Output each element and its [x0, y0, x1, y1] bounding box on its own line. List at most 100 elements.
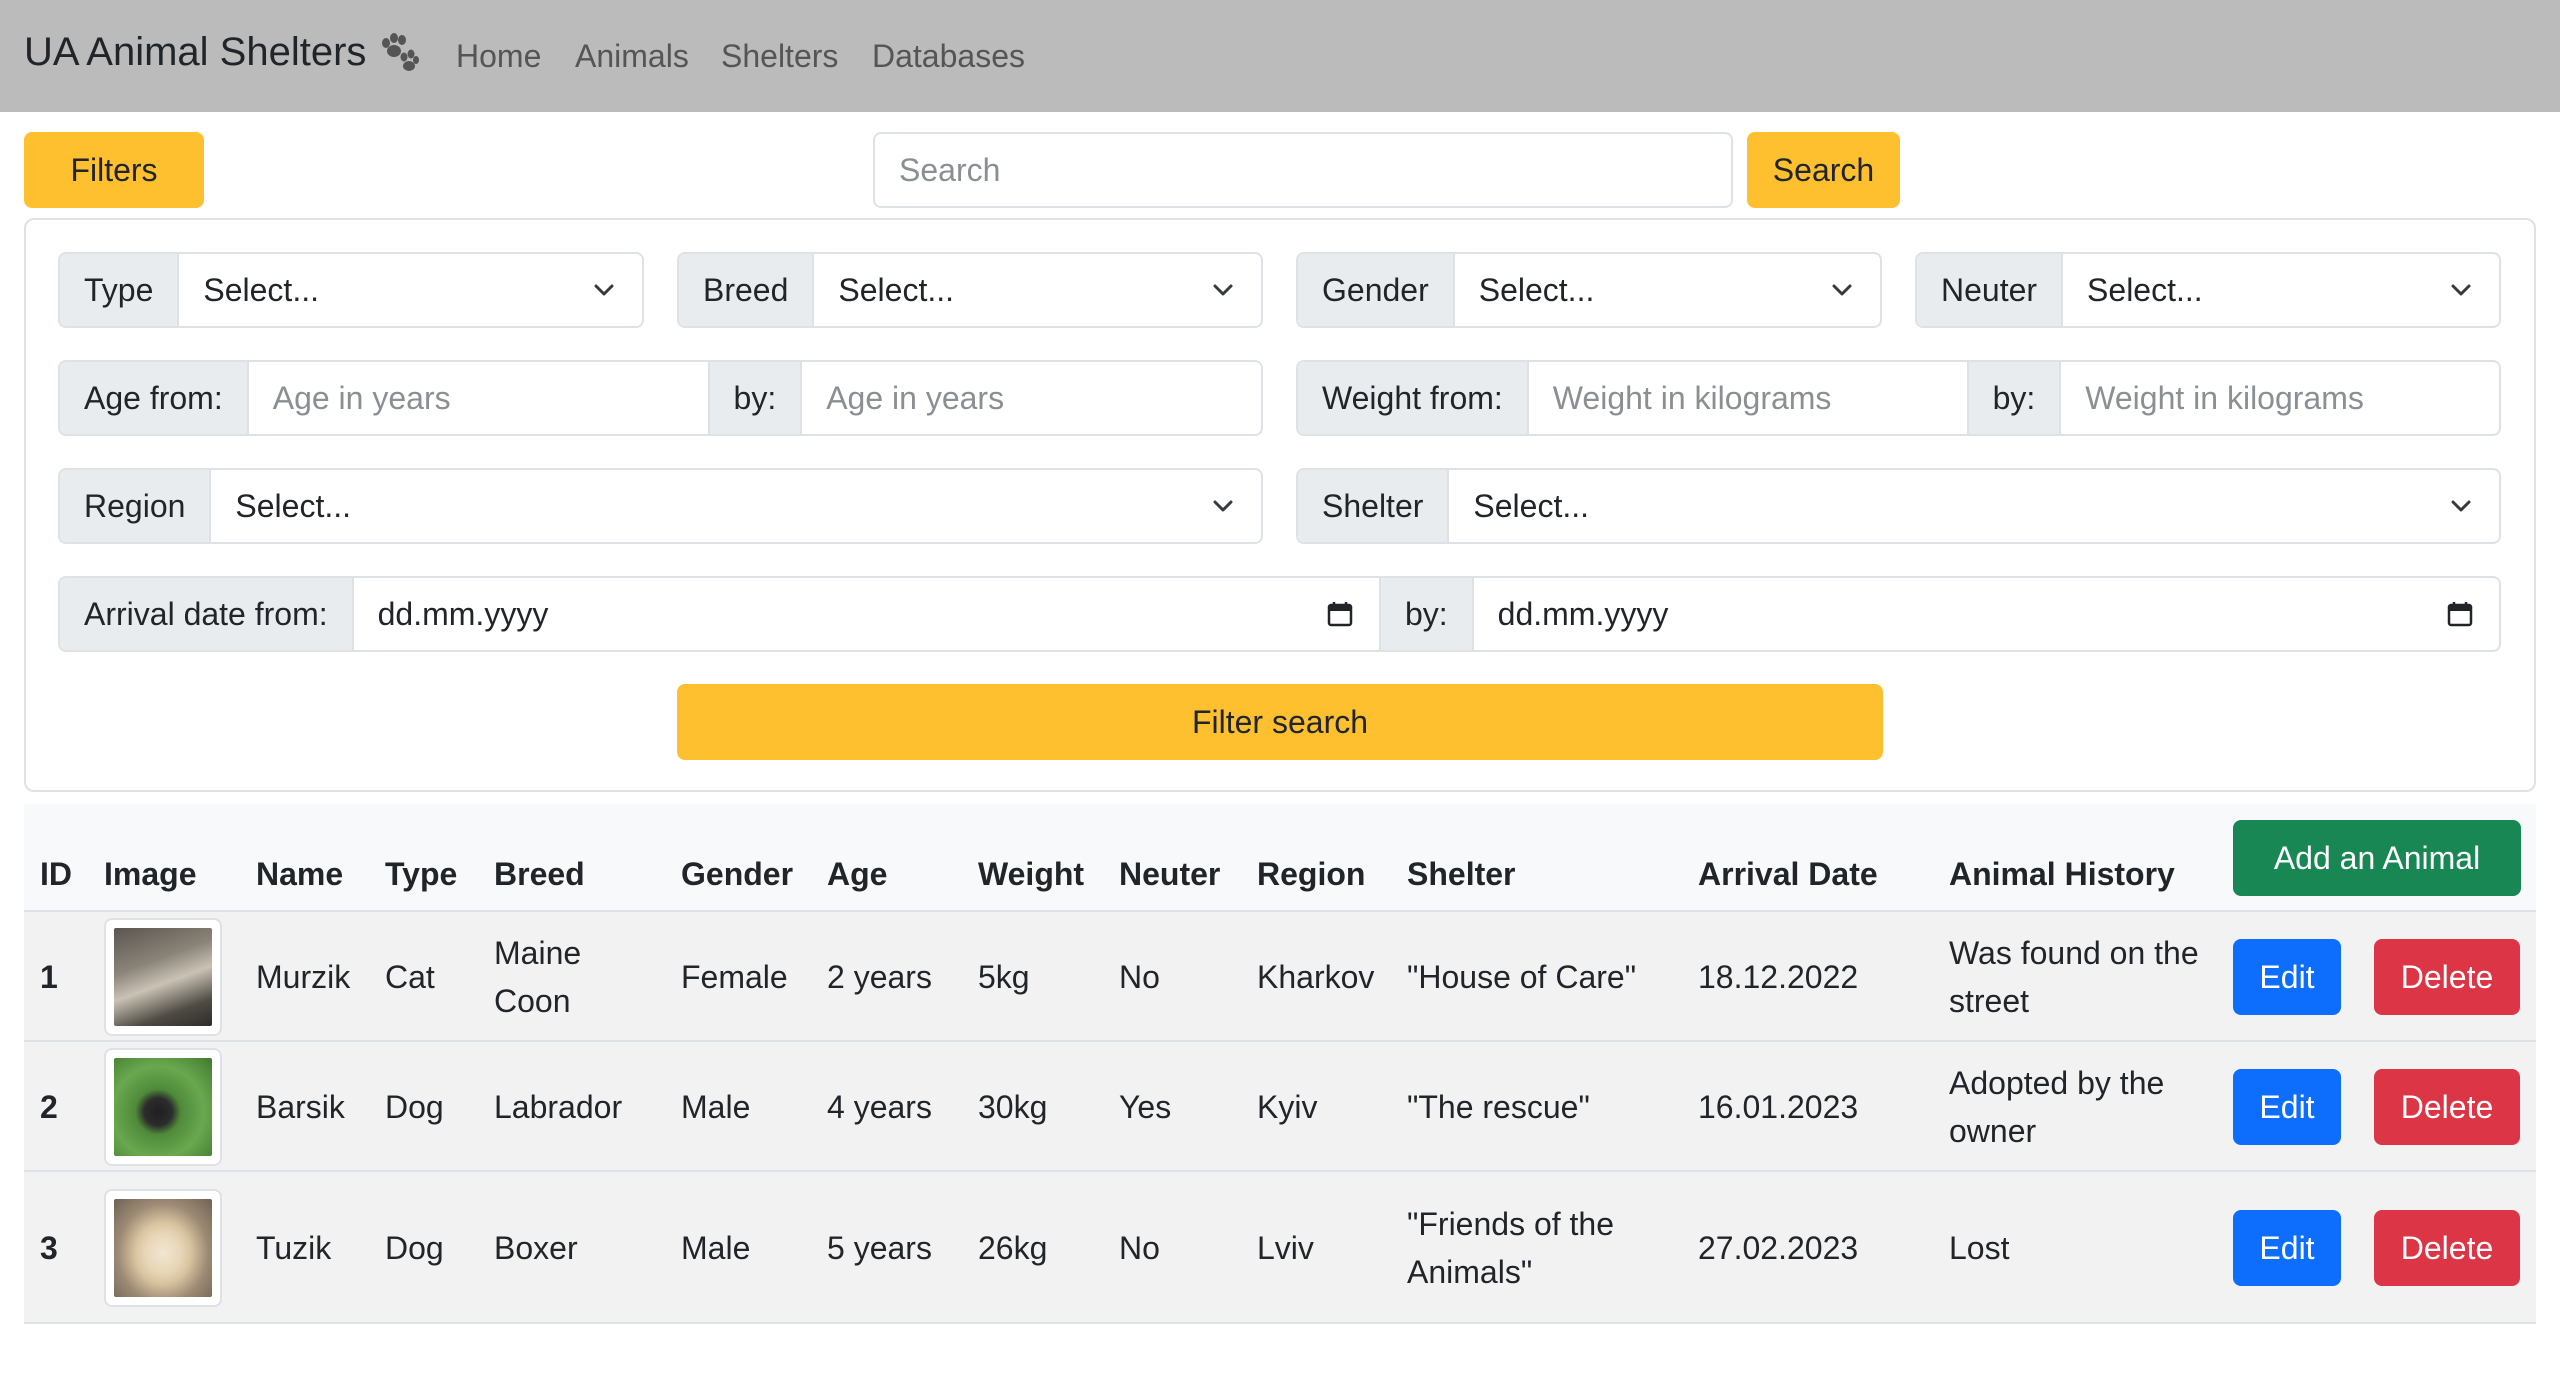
type-filter: Type Select... — [58, 252, 644, 328]
region-filter-label: Region — [60, 470, 212, 542]
cell-weight: 30kg — [978, 1089, 1048, 1125]
cell-breed: Maine Coon — [494, 935, 582, 1019]
age-from-input[interactable]: Age in years — [249, 362, 710, 434]
cell-shelter: "The rescue" — [1407, 1089, 1590, 1125]
region-filter: Region Select... — [58, 468, 1263, 544]
breed-select-value: Select... — [838, 271, 954, 308]
table-row: 2 Barsik Dog Labrador Male 4 years 30kg … — [24, 1042, 2536, 1172]
neuter-filter: Neuter Select... — [1915, 252, 2501, 328]
calendar-icon[interactable] — [1325, 599, 1355, 629]
shelter-select[interactable]: Select... — [1449, 470, 2499, 542]
breed-select[interactable]: Select... — [814, 254, 1261, 326]
arrival-from-input[interactable]: dd.mm.yyyy — [354, 578, 1381, 650]
weight-by-input[interactable]: Weight in kilograms — [2061, 362, 2499, 434]
age-by-label: by: — [709, 362, 803, 434]
th-gender: Gender — [681, 856, 794, 892]
th-name: Name — [256, 856, 344, 892]
cell-shelter: "Friends of the Animals" — [1407, 1206, 1615, 1290]
cell-animal-history: Adopted by the owner — [1949, 1065, 2165, 1149]
cell-name: Barsik — [256, 1089, 345, 1125]
edit-button[interactable]: Edit — [2233, 1069, 2341, 1145]
cell-arrival-date: 18.12.2022 — [1698, 959, 1859, 995]
search-input[interactable] — [873, 132, 1733, 208]
cell-age: 2 years — [827, 959, 932, 995]
delete-button[interactable]: Delete — [2374, 1069, 2520, 1145]
th-age: Age — [827, 856, 888, 892]
chevron-down-icon — [1213, 284, 1233, 296]
region-select-value: Select... — [235, 487, 352, 524]
th-weight: Weight — [978, 856, 1085, 892]
cell-arrival-date: 27.02.2023 — [1698, 1230, 1859, 1266]
gender-filter: Gender Select... — [1296, 252, 1882, 328]
table-header: ID Image Name Type Breed Gender Age Weig… — [24, 804, 2536, 912]
nav-shelters[interactable]: Shelters — [721, 38, 838, 75]
shelter-select-value: Select... — [1473, 487, 1589, 524]
cell-type: Dog — [385, 1230, 444, 1266]
breed-filter: Breed Select... — [677, 252, 1263, 328]
neuter-select[interactable]: Select... — [2063, 254, 2499, 326]
cell-animal-history: Was found on the street — [1949, 935, 2199, 1019]
cell-age: 4 years — [827, 1089, 932, 1125]
nav-databases[interactable]: Databases — [872, 38, 1025, 75]
chevron-down-icon — [1832, 284, 1852, 296]
animal-image — [104, 918, 222, 1036]
cell-shelter: "House of Care" — [1407, 959, 1637, 995]
th-type: Type — [385, 856, 458, 892]
search-button[interactable]: Search — [1747, 132, 1900, 208]
type-select[interactable]: Select... — [179, 254, 642, 326]
cell-animal-history: Lost — [1949, 1230, 2010, 1266]
chevron-down-icon — [2451, 500, 2471, 512]
calendar-icon[interactable] — [2445, 599, 2475, 629]
add-animal-button[interactable]: Add an Animal — [2233, 820, 2521, 896]
arrival-from-value: dd.mm.yyyy — [377, 595, 549, 632]
delete-button[interactable]: Delete — [2374, 939, 2520, 1015]
cell-breed: Boxer — [494, 1230, 578, 1266]
animal-image — [104, 1048, 222, 1166]
arrival-by-input[interactable]: dd.mm.yyyy — [1474, 578, 2499, 650]
cell-id: 1 — [40, 959, 58, 995]
filters-button[interactable]: Filters — [24, 132, 204, 208]
neuter-select-value: Select... — [2087, 271, 2203, 308]
th-animal-history: Animal History — [1949, 856, 2175, 892]
type-select-value: Select... — [203, 271, 319, 308]
cell-id: 2 — [40, 1089, 58, 1125]
cell-neuter: No — [1119, 959, 1160, 995]
th-breed: Breed — [494, 856, 585, 892]
cell-region: Kyiv — [1257, 1089, 1318, 1125]
cell-age: 5 years — [827, 1230, 932, 1266]
weight-filter: Weight from: Weight in kilograms by: Wei… — [1296, 360, 2501, 436]
table-row: 1 Murzik Cat Maine Coon Female 2 years 5… — [24, 912, 2536, 1042]
weight-from-label: Weight from: — [1298, 362, 1529, 434]
brand[interactable]: UA Animal Shelters — [24, 30, 420, 75]
cell-region: Kharkov — [1257, 959, 1375, 995]
cell-name: Murzik — [256, 959, 351, 995]
delete-button[interactable]: Delete — [2374, 1210, 2520, 1286]
edit-button[interactable]: Edit — [2233, 1210, 2341, 1286]
nav-home[interactable]: Home — [456, 38, 541, 75]
th-image: Image — [104, 856, 197, 892]
arrival-by-value: dd.mm.yyyy — [1497, 595, 1669, 632]
nav-animals[interactable]: Animals — [575, 38, 689, 75]
shelter-filter-label: Shelter — [1298, 470, 1450, 542]
gender-select[interactable]: Select... — [1455, 254, 1880, 326]
navbar: UA Animal Shelters Home Animals Shelters… — [0, 0, 2560, 112]
table-row: 3 Tuzik Dog Boxer Male 5 years 26kg No L… — [24, 1172, 2536, 1324]
cell-gender: Male — [681, 1089, 751, 1125]
breed-filter-label: Breed — [679, 254, 815, 326]
cell-region: Lviv — [1257, 1230, 1314, 1266]
th-arrival-date: Arrival Date — [1698, 856, 1878, 892]
arrival-date-filter: Arrival date from: dd.mm.yyyy by: dd.mm.… — [58, 576, 2501, 652]
brand-title[interactable]: UA Animal Shelters — [24, 30, 366, 75]
cell-type: Dog — [385, 1089, 444, 1125]
filter-search-button[interactable]: Filter search — [677, 684, 1883, 760]
chevron-down-icon — [2451, 284, 2471, 296]
weight-from-input[interactable]: Weight in kilograms — [1529, 362, 1969, 434]
th-shelter: Shelter — [1407, 856, 1516, 892]
age-by-input[interactable]: Age in years — [802, 362, 1261, 434]
th-neuter: Neuter — [1119, 856, 1221, 892]
edit-button[interactable]: Edit — [2233, 939, 2341, 1015]
region-select[interactable]: Select... — [211, 470, 1261, 542]
animal-image — [104, 1189, 222, 1307]
gender-select-value: Select... — [1478, 271, 1595, 308]
weight-by-label: by: — [1968, 362, 2062, 434]
